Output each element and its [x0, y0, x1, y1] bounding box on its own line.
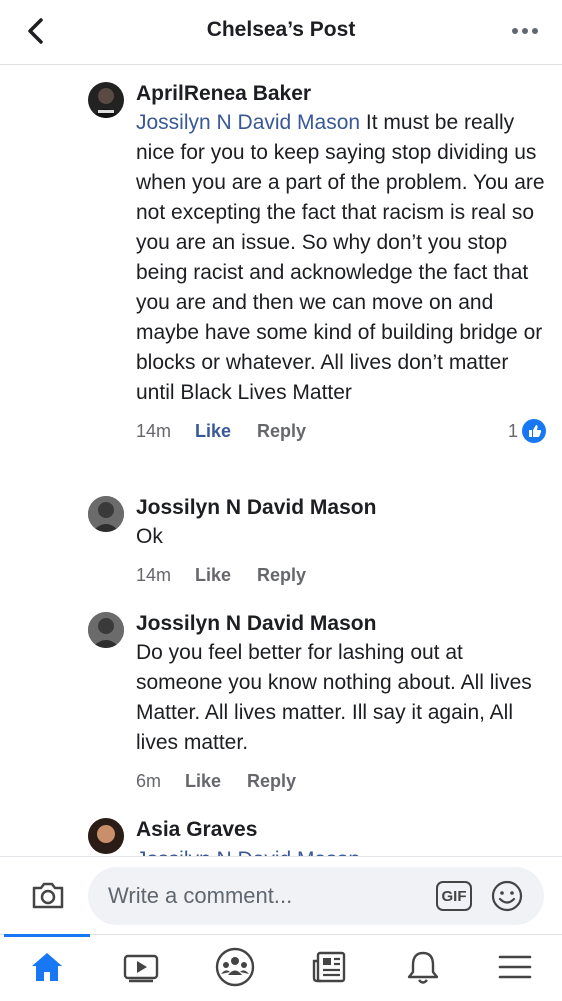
comment-actions: 14m Like Reply: [136, 562, 546, 588]
bell-icon: [407, 951, 439, 984]
hamburger-menu-icon: [498, 955, 532, 979]
tab-notifications[interactable]: [395, 943, 451, 991]
camera-icon[interactable]: [28, 875, 68, 915]
tab-watch[interactable]: [113, 943, 169, 991]
avatar[interactable]: [88, 612, 124, 648]
page-title: Chelsea’s Post: [206, 18, 356, 41]
newspaper-icon: [312, 951, 346, 983]
comment-actions: 14m Like Reply 1: [136, 418, 546, 444]
reaction-count[interactable]: 1: [508, 419, 546, 443]
comment-time: 14m: [136, 420, 172, 441]
home-icon: [32, 953, 62, 981]
groups-icon: [215, 947, 255, 987]
comment-author[interactable]: Jossilyn N David Mason: [136, 494, 546, 522]
comment-mention[interactable]: Jossilyn N David Mason: [136, 111, 360, 134]
smiley-icon[interactable]: [490, 879, 524, 913]
reply-button[interactable]: Reply: [257, 421, 306, 442]
tab-groups[interactable]: [207, 943, 263, 991]
reaction-count-number: 1: [507, 420, 518, 441]
top-bar: Chelsea’s Post: [0, 0, 562, 65]
reply-button[interactable]: Reply: [257, 565, 306, 586]
tab-home[interactable]: [19, 943, 75, 991]
like-button[interactable]: Like: [185, 771, 221, 792]
gif-button[interactable]: GIF: [436, 881, 472, 911]
comment-text: Ok: [136, 525, 163, 548]
comment-text: Do you feel better for lashing out at so…: [136, 641, 532, 754]
video-play-icon: [123, 954, 159, 983]
comment-input[interactable]: [88, 867, 544, 925]
comment-author[interactable]: Jossilyn N David Mason: [136, 610, 546, 638]
comment-time: 14m: [136, 564, 172, 585]
bottom-tab-bar: [0, 934, 562, 1001]
active-tab-indicator: [4, 934, 90, 937]
comment-composer: GIF: [0, 856, 562, 935]
comment-mention-partial[interactable]: Jossilyn N David Mason: [136, 848, 526, 856]
comment-author[interactable]: AprilRenea Baker: [136, 80, 546, 108]
comment-time: 6m: [136, 770, 162, 791]
avatar[interactable]: [88, 82, 124, 118]
comment-actions: 6m Like Reply: [136, 768, 546, 794]
comment-author[interactable]: Asia Graves: [136, 816, 546, 844]
like-button[interactable]: Like: [195, 421, 231, 442]
more-dots-icon[interactable]: [510, 20, 540, 42]
tab-news[interactable]: [301, 943, 357, 991]
avatar[interactable]: [88, 496, 124, 532]
thumbs-up-icon: [522, 419, 546, 443]
comment-body: It must be really nice for you to keep s…: [136, 111, 545, 404]
tab-menu[interactable]: [487, 943, 543, 991]
avatar[interactable]: [88, 818, 124, 854]
comment-text: Jossilyn N David Mason It must be really…: [136, 108, 546, 408]
reply-button[interactable]: Reply: [247, 771, 296, 792]
like-button[interactable]: Like: [195, 565, 231, 586]
